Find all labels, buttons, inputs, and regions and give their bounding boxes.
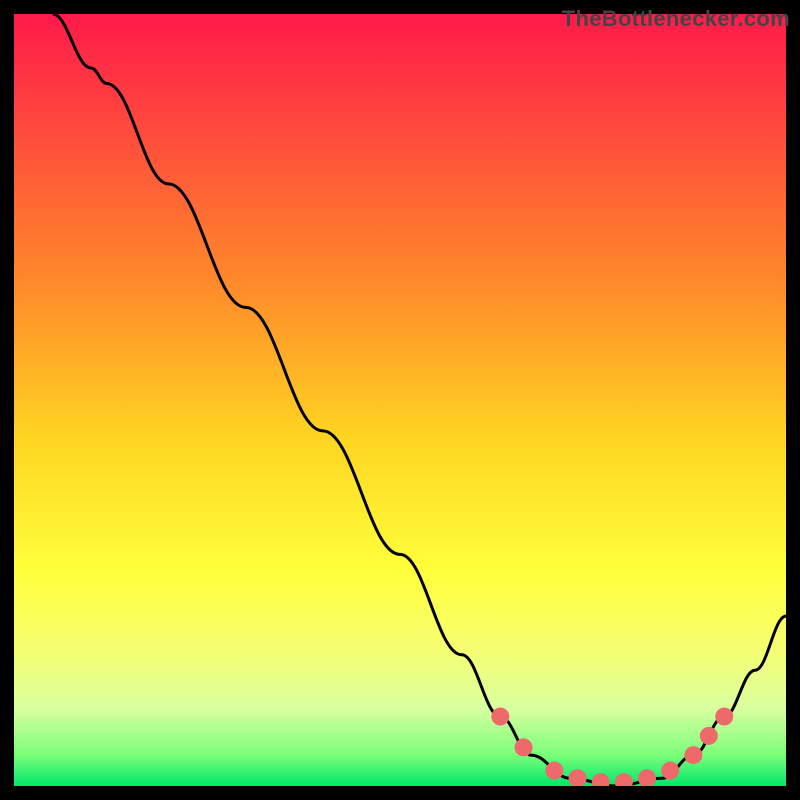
marker-dot [700,727,718,745]
bottleneck-chart [14,14,786,786]
marker-dot [661,762,679,780]
marker-dot [491,708,509,726]
watermark-text: TheBottlenecker.com [562,6,790,32]
marker-dot [515,738,533,756]
marker-dot [684,746,702,764]
chart-background [14,14,786,786]
chart-svg [14,14,786,786]
marker-dot [545,762,563,780]
marker-dot [715,708,733,726]
